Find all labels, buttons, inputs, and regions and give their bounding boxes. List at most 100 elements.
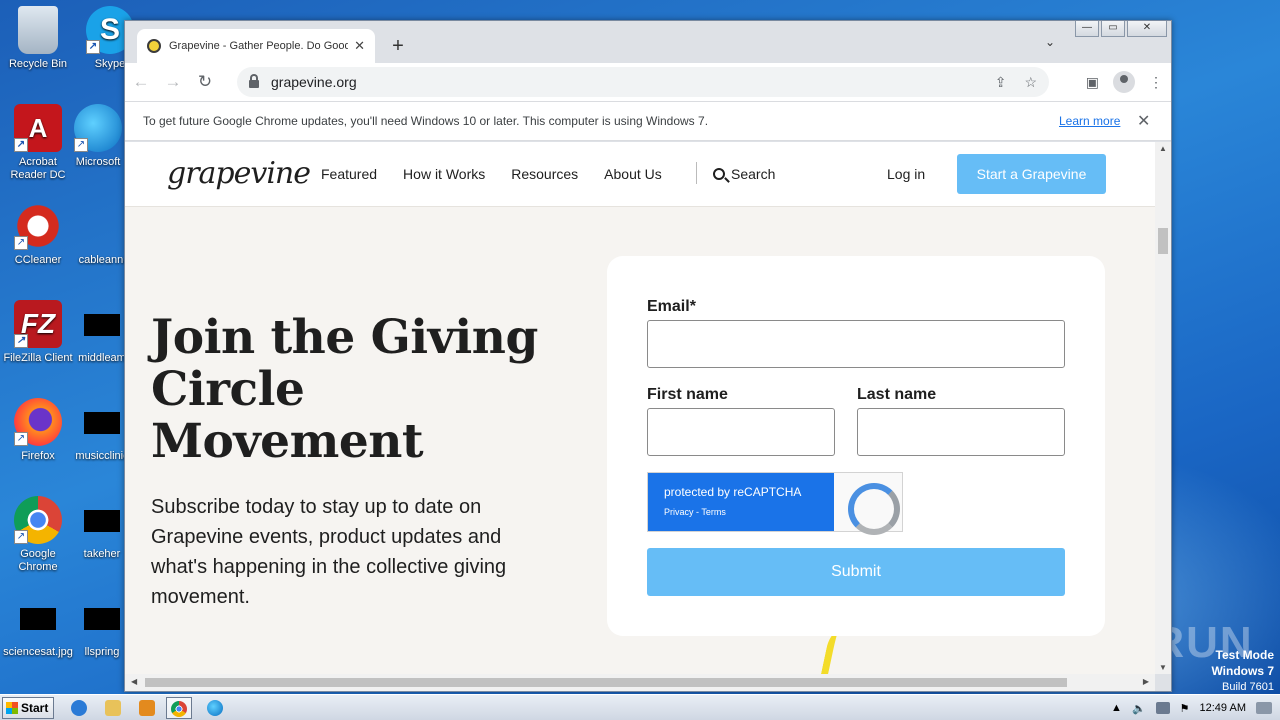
toolbar-right: ▣ ⋮: [1086, 71, 1163, 93]
scroll-right-icon[interactable]: ▶: [1143, 677, 1149, 686]
nav-how-it-works[interactable]: How it Works: [403, 166, 485, 182]
hero-subtitle: Subscribe today to stay up to date on Gr…: [151, 496, 507, 608]
decorative-swoosh: [820, 630, 850, 674]
window-controls: — ▭ ✕: [1075, 21, 1167, 37]
volume-icon[interactable]: 🔈: [1132, 702, 1146, 715]
start-button[interactable]: Start: [2, 697, 54, 719]
recycle-bin-icon: [18, 6, 58, 54]
edge-icon: [207, 700, 223, 716]
main-nav: Featured How it Works Resources About Us: [321, 166, 662, 182]
search-label: Search: [731, 166, 776, 182]
profile-avatar-icon[interactable]: [1113, 71, 1135, 93]
side-panel-icon[interactable]: ▣: [1086, 74, 1099, 91]
update-infobar: To get future Google Chrome updates, you…: [125, 101, 1171, 141]
url-text[interactable]: grapevine.org: [271, 74, 357, 90]
horizontal-scroll-thumb[interactable]: [145, 678, 1067, 687]
nav-featured[interactable]: Featured: [321, 166, 377, 182]
taskbar-explorer[interactable]: [100, 697, 126, 719]
minimize-button[interactable]: —: [1075, 21, 1099, 37]
last-name-field[interactable]: [857, 408, 1065, 456]
lock-icon[interactable]: [249, 74, 259, 88]
file-icon: [84, 510, 120, 532]
file-icon: [84, 608, 120, 630]
scroll-up-icon[interactable]: ▲: [1159, 144, 1167, 153]
window-close-button[interactable]: ✕: [1127, 21, 1167, 37]
site-header: grapevine Featured How it Works Resource…: [125, 142, 1155, 207]
desktop-icon-recycle-bin[interactable]: Recycle Bin: [0, 6, 76, 71]
tab-strip: Grapevine - Gather People. Do Good ✕ + ⌄…: [125, 21, 1171, 63]
back-arrow-icon[interactable]: ←: [125, 72, 157, 92]
maximize-button[interactable]: ▭: [1101, 21, 1125, 37]
infobar-message: To get future Google Chrome updates, you…: [143, 114, 709, 128]
search-icon: [713, 168, 725, 180]
recaptcha-links[interactable]: Privacy - Terms: [664, 507, 818, 517]
scroll-left-icon[interactable]: ◀: [131, 677, 137, 686]
horizontal-scrollbar[interactable]: ◀ ▶: [125, 674, 1155, 691]
omnibox-actions: ⇪ ☆: [995, 74, 1037, 91]
web-page: grapevine Featured How it Works Resource…: [125, 142, 1155, 674]
build-label: Build 7601: [1222, 681, 1274, 693]
bookmark-star-icon[interactable]: ☆: [1024, 74, 1037, 91]
address-bar[interactable]: grapevine.org ⇪ ☆: [237, 67, 1049, 97]
taskbar-ie[interactable]: [66, 697, 92, 719]
network-icon[interactable]: [1155, 702, 1170, 714]
taskbar-edge[interactable]: [202, 697, 228, 719]
last-name-label: Last name: [857, 386, 937, 403]
nav-resources[interactable]: Resources: [511, 166, 578, 182]
acrobat-icon: A ↗: [14, 104, 62, 152]
file-icon: [84, 314, 120, 336]
nav-about-us[interactable]: About Us: [604, 166, 662, 182]
reload-icon[interactable]: ↻: [189, 72, 221, 92]
scroll-down-icon[interactable]: ▼: [1159, 663, 1167, 672]
show-desktop-icon[interactable]: [1256, 702, 1272, 714]
recaptcha-badge[interactable]: protected by reCAPTCHA Privacy - Terms: [647, 472, 903, 535]
share-icon[interactable]: ⇪: [995, 74, 1007, 91]
taskbar-chrome[interactable]: [166, 697, 192, 719]
recaptcha-text-panel: protected by reCAPTCHA Privacy - Terms: [648, 473, 834, 531]
new-tab-button[interactable]: +: [387, 35, 409, 57]
test-mode-notice: Test Mode Windows 7 Build 7601: [1211, 648, 1274, 694]
ccleaner-icon: ↗: [14, 202, 62, 250]
os-label: Windows 7: [1211, 664, 1274, 678]
login-link[interactable]: Log in: [887, 166, 925, 182]
tab-title: Grapevine - Gather People. Do Good: [169, 40, 349, 52]
desktop-icon-ccleaner[interactable]: ↗ CCleaner: [0, 202, 76, 267]
tray-expand-icon[interactable]: ▲: [1111, 702, 1122, 714]
infobar-close-icon[interactable]: ✕: [1137, 111, 1150, 131]
grapevine-logo[interactable]: grapevine: [167, 156, 311, 191]
tab-grapevine[interactable]: Grapevine - Gather People. Do Good ✕: [137, 29, 375, 63]
test-mode-label: Test Mode: [1215, 648, 1274, 662]
forward-arrow-icon[interactable]: →: [157, 72, 189, 92]
firefox-icon: ↗: [14, 398, 62, 446]
vertical-scroll-thumb[interactable]: [1158, 228, 1168, 254]
folder-icon: [105, 700, 121, 716]
more-menu-icon[interactable]: ⋮: [1149, 74, 1163, 91]
nav-divider: [696, 162, 697, 184]
chrome-icon: [171, 701, 187, 717]
subscribe-form: Email* First name Last name protected by…: [607, 256, 1105, 636]
learn-more-link[interactable]: Learn more: [1059, 114, 1120, 128]
taskbar-media-player[interactable]: [134, 697, 160, 719]
taskbar: Start ▲ 🔈 ⚑ 12:49 AM: [0, 694, 1280, 720]
browser-toolbar: ← → ↻ grapevine.org ⇪ ☆ ▣ ⋮: [125, 63, 1171, 101]
search-link[interactable]: Search: [713, 166, 775, 182]
email-field[interactable]: [647, 320, 1065, 368]
close-tab-icon[interactable]: ✕: [354, 38, 365, 54]
vertical-scrollbar[interactable]: ▲ ▼: [1155, 142, 1171, 674]
tab-search-chevron-icon[interactable]: ⌄: [1045, 35, 1055, 49]
clock[interactable]: 12:49 AM: [1200, 702, 1246, 714]
browser-window: Grapevine - Gather People. Do Good ✕ + ⌄…: [124, 20, 1172, 692]
image-icon: [20, 608, 56, 630]
desktop-icon-label: Recycle Bin: [8, 58, 68, 70]
first-name-label: First name: [647, 386, 728, 403]
first-name-field[interactable]: [647, 408, 835, 456]
start-grapevine-button[interactable]: Start a Grapevine: [957, 154, 1106, 194]
file-icon: [80, 202, 128, 250]
action-center-flag-icon[interactable]: ⚑: [1180, 702, 1190, 715]
grapevine-favicon-icon: [147, 39, 161, 53]
edge-icon: ↗: [74, 104, 122, 152]
media-player-icon: [139, 700, 155, 716]
submit-button[interactable]: Submit: [647, 548, 1065, 596]
filezilla-icon: FZ ↗: [14, 300, 62, 348]
file-icon: [84, 412, 120, 434]
